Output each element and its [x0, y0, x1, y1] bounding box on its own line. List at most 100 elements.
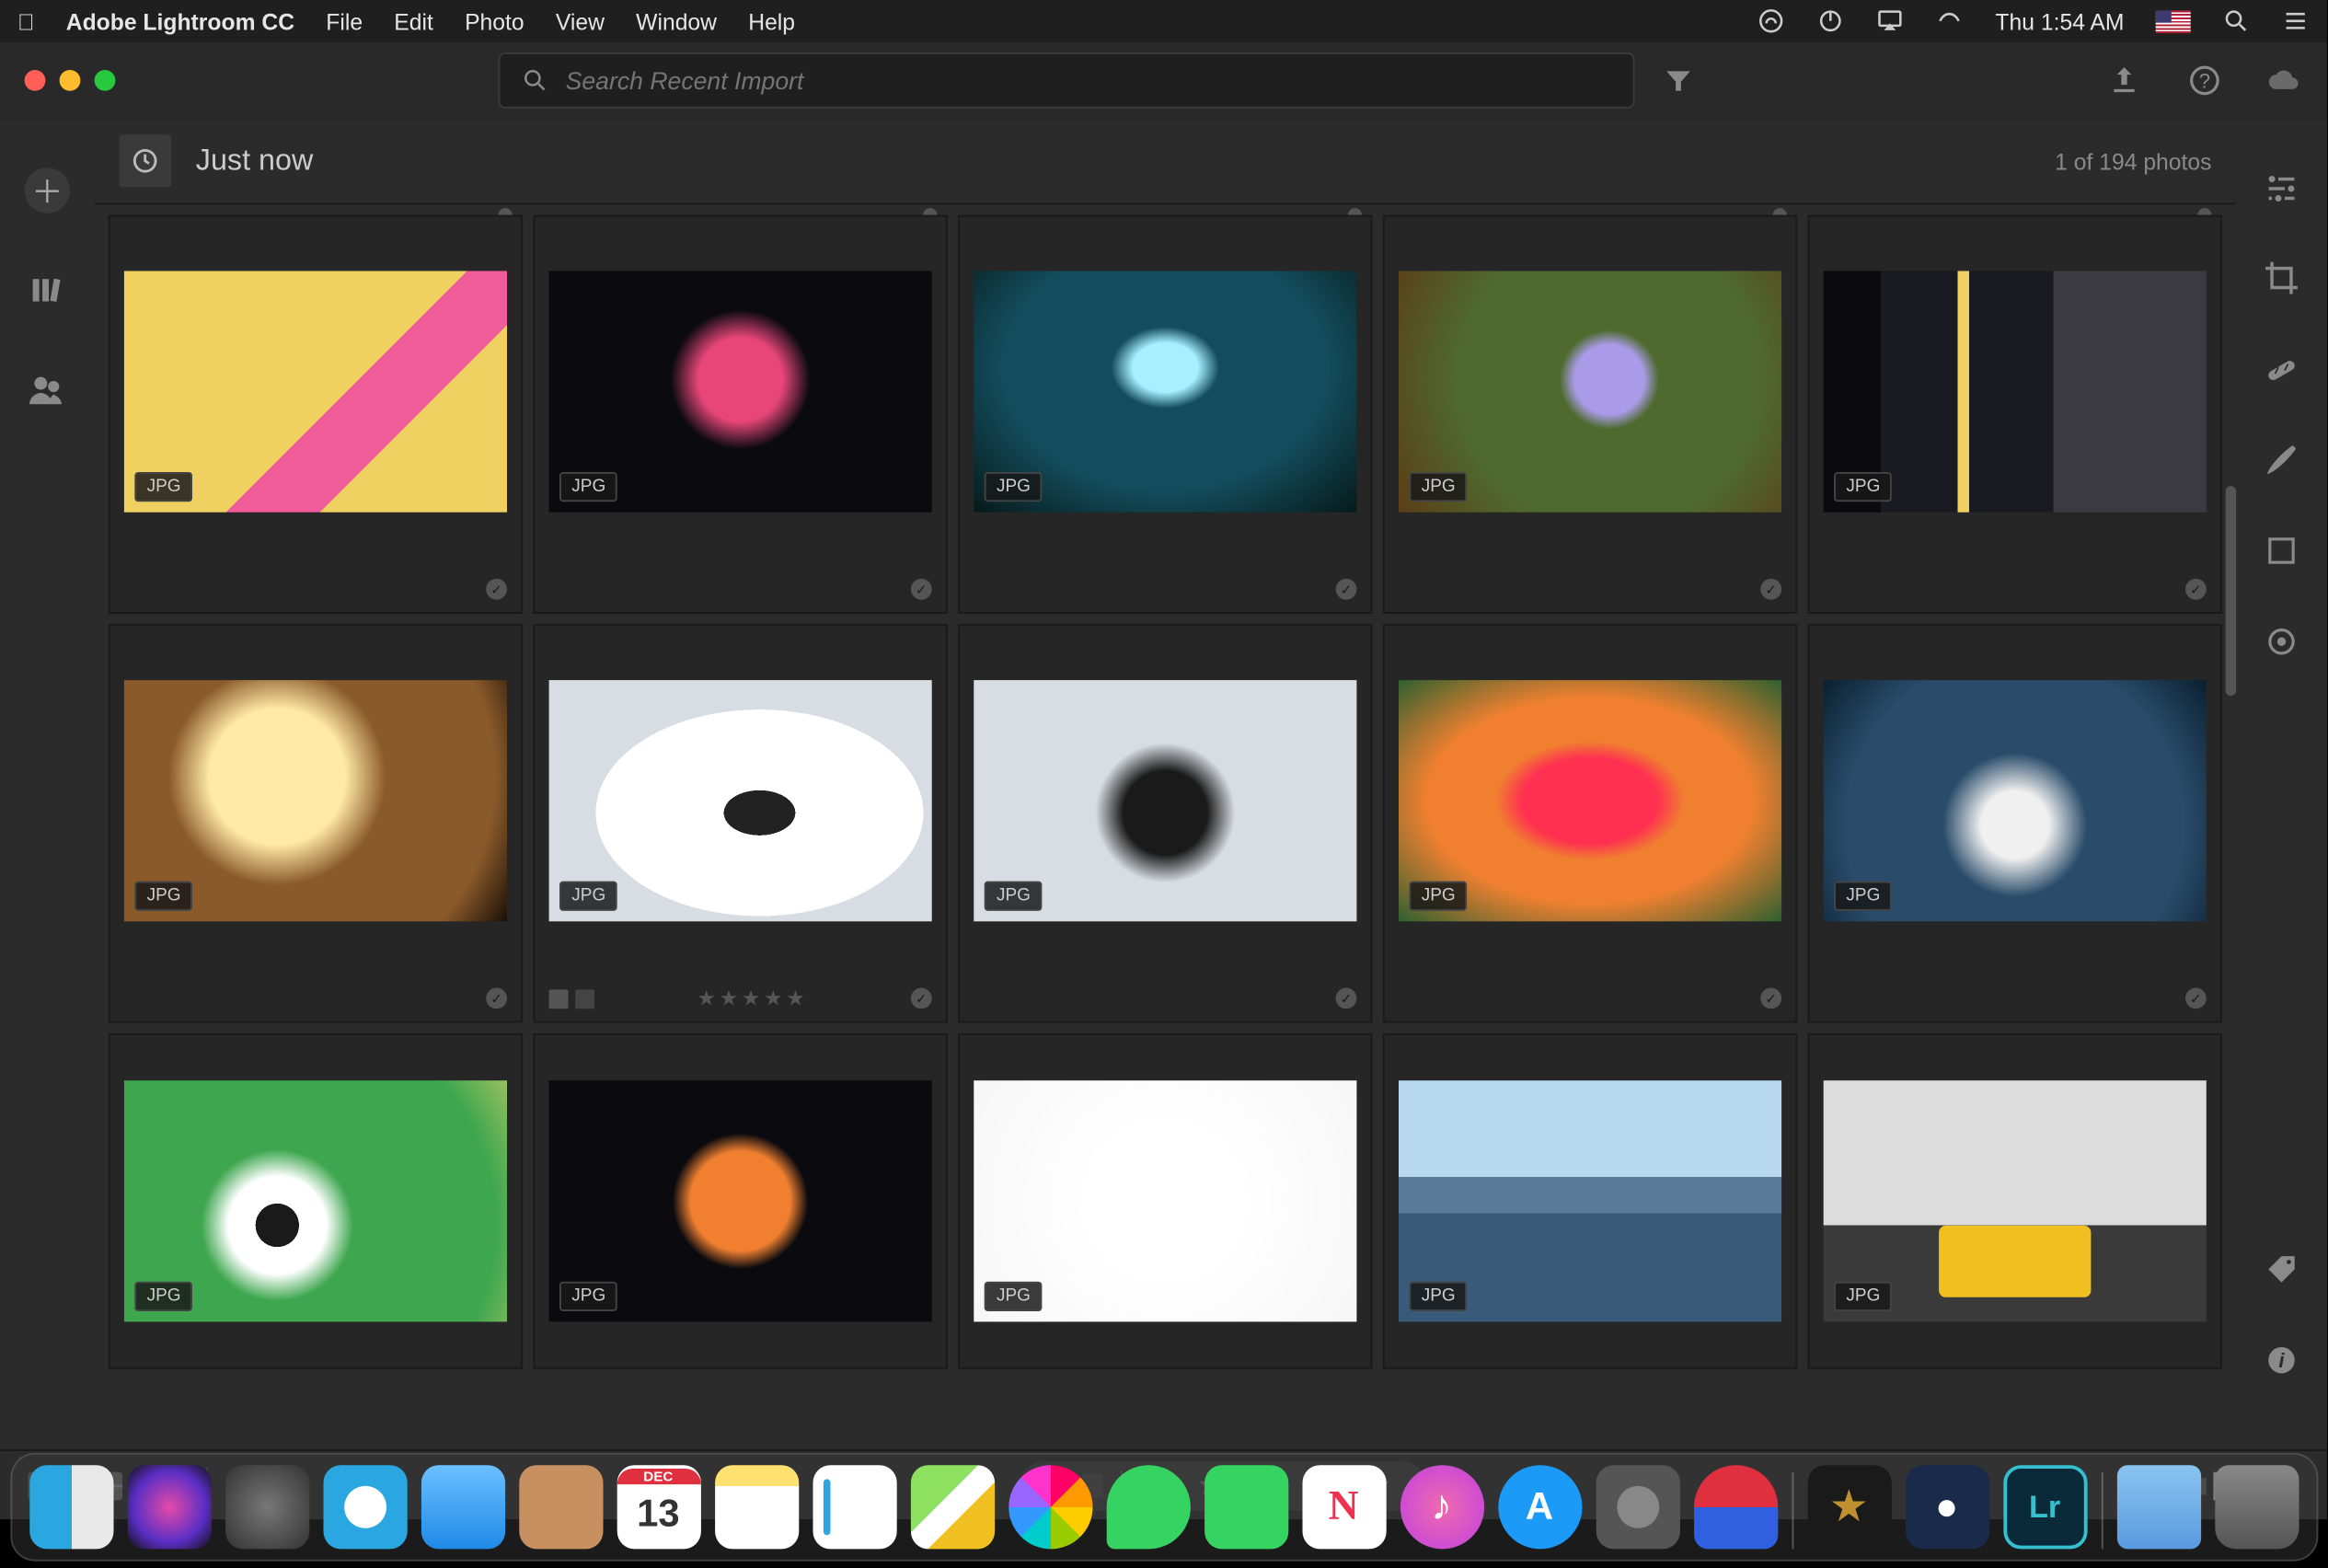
dock-facetime[interactable]	[1204, 1465, 1287, 1549]
photo-thumbnail[interactable]: JPG	[549, 271, 932, 513]
content-header: Just now 1 of 194 photos	[95, 119, 2236, 202]
dock-1password[interactable]	[1905, 1465, 1988, 1549]
photo-thumbnail[interactable]: JPG	[549, 680, 932, 921]
dock-downloads-folder[interactable]	[2116, 1465, 2200, 1549]
input-source-flag-icon[interactable]	[2156, 9, 2191, 32]
photo-cell[interactable]: JPG	[534, 1033, 948, 1369]
scrollbar[interactable]	[2226, 486, 2236, 696]
dock-maps[interactable]	[910, 1465, 994, 1549]
sharing-button[interactable]	[27, 367, 69, 409]
minimize-window-button[interactable]	[60, 70, 81, 91]
photo-cell[interactable]: JPG	[958, 624, 1372, 1022]
photo-cell[interactable]: JPG	[1383, 1033, 1797, 1369]
dock-itunes[interactable]	[1400, 1465, 1483, 1549]
help-icon[interactable]: ?	[2187, 63, 2222, 98]
rating-stars[interactable]: ★★★★★	[697, 986, 808, 1011]
app-name[interactable]: Adobe Lightroom CC	[66, 8, 294, 35]
menu-view[interactable]: View	[556, 8, 605, 35]
close-window-button[interactable]	[25, 70, 46, 91]
photo-thumbnail[interactable]: JPG	[974, 271, 1356, 513]
photo-thumbnail[interactable]: JPG	[1824, 1080, 2207, 1321]
add-photos-button[interactable]: ＋	[25, 167, 70, 213]
photo-cell[interactable]: JPG	[1383, 624, 1797, 1022]
sync-status-icon	[1336, 579, 1357, 600]
filter-icon[interactable]	[1662, 64, 1693, 96]
photo-cell[interactable]: JPG	[534, 215, 948, 614]
photo-thumbnail[interactable]: JPG	[124, 680, 507, 921]
photo-thumbnail[interactable]: JPG	[1399, 680, 1781, 921]
dock-preferences[interactable]	[1596, 1465, 1679, 1549]
dock-photos[interactable]	[1008, 1465, 1091, 1549]
keywords-icon[interactable]	[2263, 1251, 2301, 1289]
dock-finder[interactable]	[29, 1465, 112, 1549]
dock-magnet[interactable]	[1693, 1465, 1777, 1549]
photo-thumbnail[interactable]: JPG	[549, 1080, 932, 1321]
dock-mail[interactable]	[421, 1465, 504, 1549]
radial-gradient-icon[interactable]	[2263, 622, 2301, 661]
apple-menu-icon[interactable]: 	[17, 8, 35, 35]
dock-messages[interactable]	[1106, 1465, 1190, 1549]
edit-panel-icon[interactable]	[2263, 167, 2301, 206]
photo-cell[interactable]: JPG	[109, 1033, 523, 1369]
search-field[interactable]	[498, 52, 1634, 109]
dock-news[interactable]	[1302, 1465, 1386, 1549]
photo-cell[interactable]: JPG	[1383, 215, 1797, 614]
photo-thumbnail[interactable]: JPG	[1824, 271, 2207, 513]
photo-cell[interactable]: JPG	[109, 215, 523, 614]
power-icon[interactable]	[1817, 7, 1845, 35]
dock-imovie[interactable]	[1807, 1465, 1891, 1549]
share-icon[interactable]	[2107, 63, 2142, 98]
photo-thumbnail[interactable]: JPG	[974, 1080, 1356, 1321]
photo-cell[interactable]: JPG	[1808, 624, 2222, 1022]
menu-photo[interactable]: Photo	[465, 8, 524, 35]
photo-thumbnail[interactable]: JPG	[974, 680, 1356, 921]
my-photos-button[interactable]	[27, 270, 69, 312]
dock-appstore[interactable]	[1497, 1465, 1581, 1549]
cloud-sync-icon[interactable]	[2267, 63, 2302, 98]
photo-cell[interactable]: JPG	[958, 1033, 1372, 1369]
clock[interactable]: Thu 1:54 AM	[1995, 8, 2124, 35]
dock-launchpad[interactable]	[225, 1465, 308, 1549]
dock-lightroom[interactable]	[2002, 1465, 2086, 1549]
photo-cell[interactable]: JPG	[109, 624, 523, 1022]
info-icon[interactable]: i	[2263, 1341, 2301, 1379]
notification-center-icon[interactable]	[2282, 7, 2310, 35]
dock-calendar[interactable]: 13	[617, 1465, 700, 1549]
reject-flag-icon[interactable]	[575, 988, 594, 1008]
photo-grid[interactable]: JPGJPGJPGJPGJPGJPGJPG★★★★★JPGJPGJPGJPGJP…	[95, 202, 2236, 1449]
crop-icon[interactable]	[2263, 259, 2301, 297]
cell-footer	[1810, 975, 2221, 1020]
dock-contacts[interactable]	[518, 1465, 602, 1549]
dock-notes[interactable]	[714, 1465, 798, 1549]
search-input[interactable]	[566, 66, 1611, 94]
photo-cell[interactable]: JPG	[1808, 215, 2222, 614]
linear-gradient-icon[interactable]	[2263, 532, 2301, 571]
dock-reminders[interactable]	[812, 1465, 896, 1549]
photo-thumbnail[interactable]: JPG	[124, 1080, 507, 1321]
dock-trash[interactable]	[2214, 1465, 2298, 1549]
menu-edit[interactable]: Edit	[394, 8, 433, 35]
creative-cloud-icon[interactable]	[1758, 7, 1785, 35]
pick-flag-icon[interactable]	[549, 988, 569, 1008]
menu-help[interactable]: Help	[748, 8, 795, 35]
dock-siri[interactable]	[127, 1465, 211, 1549]
photo-cell[interactable]: JPG	[958, 215, 1372, 614]
photo-thumbnail[interactable]: JPG	[1399, 271, 1781, 513]
healing-brush-icon[interactable]	[2263, 350, 2301, 388]
airplay-icon[interactable]	[1876, 7, 1904, 35]
brush-icon[interactable]	[2263, 441, 2301, 479]
photo-thumbnail[interactable]: JPG	[124, 271, 507, 513]
fullscreen-window-button[interactable]	[95, 70, 116, 91]
sync-status-icon	[911, 579, 932, 600]
menu-file[interactable]: File	[326, 8, 363, 35]
dock-safari[interactable]	[323, 1465, 407, 1549]
menu-extra-icon[interactable]	[1936, 7, 1964, 35]
recent-import-icon[interactable]	[119, 134, 171, 187]
menu-window[interactable]: Window	[636, 8, 717, 35]
photo-thumbnail[interactable]: JPG	[1399, 1080, 1781, 1321]
spotlight-icon[interactable]	[2222, 7, 2250, 35]
cell-footer	[1385, 975, 1796, 1020]
photo-thumbnail[interactable]: JPG	[1824, 680, 2207, 921]
photo-cell[interactable]: JPG	[1808, 1033, 2222, 1369]
photo-cell[interactable]: JPG ★★★★★	[534, 624, 948, 1022]
